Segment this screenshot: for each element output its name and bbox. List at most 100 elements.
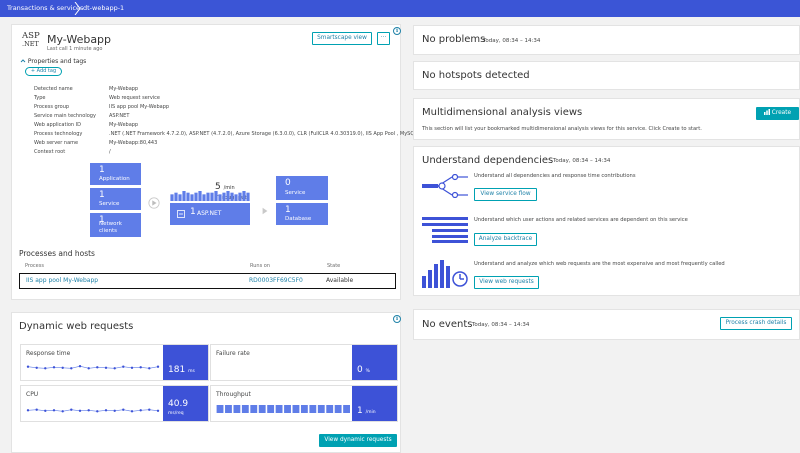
throughput-bar [234, 194, 238, 201]
info-icon[interactable]: i [393, 315, 401, 323]
response-time-point [78, 365, 82, 368]
throughput-value: 1 /min [352, 386, 397, 421]
throughput-bar [242, 191, 246, 201]
cpu-line [27, 409, 159, 412]
dynamic-title: Dynamic web requests [19, 321, 134, 332]
create-button[interactable]: Create [756, 107, 799, 120]
throughput-bar [326, 405, 334, 413]
view-service-flow-button[interactable]: View service flow [474, 188, 537, 201]
property-key: Web server name [34, 140, 79, 146]
throughput-bar [241, 405, 249, 413]
response-time-point [44, 367, 47, 370]
service-overview-panel: ASP .NET My-Webapp Last call 1 minute ag… [11, 24, 444, 300]
mda-description: This section will list your bookmarked m… [422, 126, 702, 132]
analyze-backtrace-button[interactable]: Analyze backtrace [474, 233, 537, 246]
throughput-bar [246, 192, 250, 201]
add-tag-button[interactable]: + Add tag [25, 67, 62, 76]
response-time-line [27, 365, 159, 369]
throughput-bar [198, 191, 202, 201]
response-time-point [87, 367, 90, 370]
throughput-bar [174, 192, 178, 201]
response-time-point [139, 366, 142, 369]
callee-service-node[interactable]: 0 Service [276, 176, 328, 200]
breadcrumb-service[interactable]: dt-webapp-1 [83, 3, 124, 14]
response-time-point [61, 366, 64, 369]
response-time-value: 181 ms [163, 345, 208, 380]
this-service-node[interactable]: 1 ASP.NET [170, 203, 250, 225]
properties-expander[interactable]: Properties and tags [20, 57, 86, 65]
breadcrumb-bar: Transactions & services dt-webapp-1 [0, 0, 800, 17]
cpu-point [70, 408, 73, 411]
table-row[interactable]: IIS app pool My-Webapp RD0003FF69C5F0 Av… [19, 273, 396, 289]
property-value: My-Webapp [109, 122, 139, 128]
throughput-sparkline [170, 191, 250, 201]
backtrace-icon [422, 217, 468, 243]
process-link[interactable]: IIS app pool My-Webapp [26, 277, 98, 284]
caller-application-node[interactable]: 1 Application [90, 163, 141, 185]
cpu-point [78, 409, 82, 412]
throughput-bar [182, 191, 186, 201]
problems-title: No problems [422, 34, 486, 45]
problems-timeframe: Today, 08:34 – 14:34 [483, 38, 541, 44]
aspnet-logo: ASP .NET [22, 31, 40, 48]
property-key: Context root [34, 149, 66, 155]
view-dynamic-requests-button[interactable]: View dynamic requests [319, 434, 397, 447]
response-time-sparkline [26, 365, 160, 370]
chevron-right-icon [74, 2, 81, 15]
throughput-bar [210, 192, 214, 201]
throughput-bar [226, 191, 230, 201]
caller-service-node[interactable]: 1 Service [90, 188, 141, 210]
events-panel: No events Today, 08:34 – 14:34 Process c… [413, 309, 800, 340]
throughput-tile[interactable]: Throughput 1 /min [210, 385, 398, 422]
caller-network-clients-node[interactable]: 1 Network clients [90, 213, 141, 237]
cpu-point [44, 409, 47, 412]
cpu-point [130, 410, 134, 413]
failure-rate-tile[interactable]: Failure rate 0 % [210, 344, 398, 381]
response-time-point [104, 366, 108, 369]
host-link[interactable]: RD0003FF69C5F0 [249, 277, 303, 284]
throughput-bar [170, 194, 174, 201]
dependencies-panel: Understand dependencies Today, 08:34 – 1… [413, 146, 800, 296]
property-value: My-Webapp [109, 86, 139, 92]
response-time-point [113, 367, 116, 370]
cpu-point [61, 410, 64, 413]
cpu-value: 40.9 ms/req [163, 386, 208, 421]
process-crash-details-button[interactable]: Process crash details [720, 317, 792, 330]
throughput-bar [186, 192, 190, 201]
chart-icon [763, 109, 770, 115]
cpu-point [122, 408, 125, 411]
response-time-point [52, 366, 56, 369]
throughput-bar [300, 405, 308, 413]
throughput-bar [233, 405, 241, 413]
callee-database-node[interactable]: 1 Database [276, 203, 328, 225]
response-time-point [96, 366, 99, 369]
smartscape-view-button[interactable]: Smartscape view [312, 32, 372, 45]
cpu-point [87, 409, 90, 412]
failure-rate-value: 0 % [352, 345, 397, 380]
cpu-point [156, 409, 160, 412]
throughput-bar [238, 192, 242, 201]
response-time-tile[interactable]: Response time 181 ms [20, 344, 209, 381]
breadcrumb-transactions[interactable]: Transactions & services [7, 3, 83, 14]
events-title: No events [422, 319, 473, 330]
last-call-text: Last call 1 minute ago [47, 46, 103, 52]
events-timeframe: Today, 08:34 – 14:34 [472, 322, 530, 328]
property-key: Web application ID [34, 122, 81, 128]
chevron-up-icon [20, 59, 26, 63]
property-key: Detected name [34, 86, 73, 92]
info-icon[interactable]: i [393, 27, 401, 35]
cpu-tile[interactable]: CPU 40.9 ms/req [20, 385, 209, 422]
throughput-bar [309, 405, 317, 413]
view-web-requests-button[interactable]: View web requests [474, 276, 539, 289]
throughput-bar [250, 405, 258, 413]
throughput-bar [178, 194, 182, 201]
more-button[interactable]: ··· [377, 32, 390, 45]
dependency-text-3: Understand and analyze which web request… [474, 261, 725, 267]
cpu-point [26, 409, 30, 412]
property-value: My-Webapp:80,443 [109, 140, 158, 146]
throughput-bar [284, 405, 291, 413]
property-value-link[interactable]: IIS app pool My-Webapp [109, 104, 169, 110]
service-icon [177, 210, 185, 218]
problems-panel: No problems Today, 08:34 – 14:34 [413, 25, 800, 55]
dependencies-timeframe: Today, 08:34 – 14:34 [553, 158, 611, 164]
